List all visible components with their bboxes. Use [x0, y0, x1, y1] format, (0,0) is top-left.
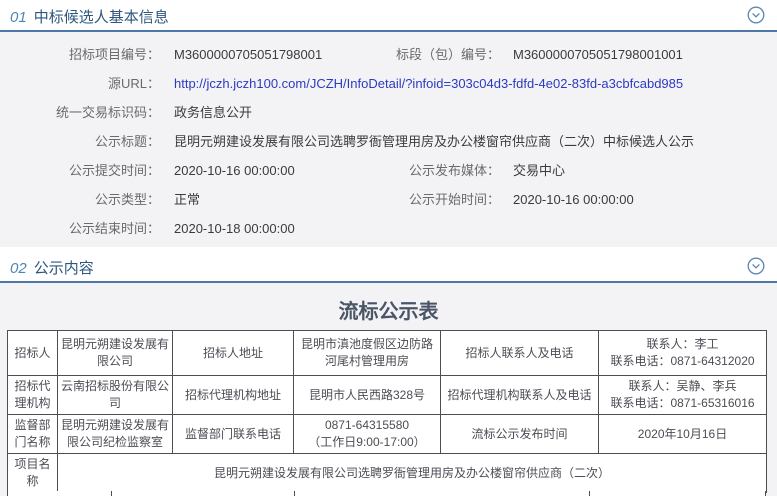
cell-bidder-contact-label: 招标人联系人及电话 [441, 331, 599, 376]
end-time-value: 2020-10-18 00:00:00 [174, 221, 295, 236]
submit-time-label: 公示提交时间： [0, 156, 160, 185]
notice-title-label: 公示标题： [0, 127, 160, 156]
package-no-value: M3600000705051798001001 [513, 47, 683, 62]
end-time-label: 公示结束时间： [0, 214, 160, 243]
section1-number: 01 [10, 9, 27, 26]
field-row: 招标项目编号： M3600000705051798001 标段（包）编号： M360… [0, 40, 777, 69]
project-no-label: 招标项目编号： [0, 40, 160, 69]
cell-bidder-address-label: 招标人地址 [173, 331, 294, 376]
cell-publish-time-label: 流标公示发布时间 [441, 415, 599, 454]
media-label: 公示发布媒体： [390, 156, 500, 185]
section2-title: 公示内容 [34, 260, 94, 277]
page: 01 中标候选人基本信息 招标项目编号： M3600000705051798001 … [0, 0, 777, 496]
contact-phone: 联系电话：0871-64312020 [602, 353, 763, 370]
notice-title-value: 昆明元朔建设发展有限公司选聘罗衙管理用房及办公楼窗帘供应商（二次）中标候选人公示 [174, 134, 694, 149]
start-time-label: 公示开始时间： [390, 185, 500, 214]
cell-supervisor-name: 昆明元朔建设发展有限公司纪检监察室 [58, 415, 173, 454]
partial-column-line [589, 491, 590, 496]
start-time-value: 2020-10-16 00:00:00 [513, 192, 634, 207]
cell-agency-name: 云南招标股份有限公司 [58, 376, 173, 415]
section2-number: 02 [10, 260, 27, 277]
table-title: 流标公示表 [0, 295, 777, 324]
contact-person: 联系人：李工 [602, 336, 763, 353]
cell-bidder-label: 招标人 [8, 331, 58, 376]
cell-project-name: 昆明元朔建设发展有限公司选聘罗衙管理用房及办公楼窗帘供应商（二次） [58, 454, 767, 493]
notice-type-value: 正常 [174, 192, 200, 207]
project-no-value: M3600000705051798001 [174, 47, 322, 62]
section2-collapse-chevron-icon[interactable] [747, 257, 765, 275]
field-row: 统一交易标识码： 政务信息公开 [0, 98, 777, 127]
trade-code-label: 统一交易标识码： [0, 98, 160, 127]
media-value: 交易中心 [513, 163, 565, 178]
table-next-row-partial [7, 491, 766, 496]
field-row: 公示提交时间： 2020-10-16 00:00:00 公示发布媒体： 交易中心 [0, 156, 777, 185]
cell-agency-address-label: 招标代理机构地址 [173, 376, 294, 415]
table-row: 招标人 昆明元朔建设发展有限公司 招标人地址 昆明市滇池度假区边防路河尾村管理用… [8, 331, 767, 376]
partial-column-line [294, 491, 295, 496]
trade-code-value: 政务信息公开 [174, 105, 252, 120]
section2-panel: 流标公示表 招标人 昆明元朔建设发展有限公司 招标人地址 昆明市滇池度假区边防路… [0, 283, 777, 496]
table-row: 招标代理机构 云南招标股份有限公司 招标代理机构地址 昆明市人民西路328号 招… [8, 376, 767, 415]
table-row: 监督部门名称 昆明元朔建设发展有限公司纪检监察室 监督部门联系电话 0871-6… [8, 415, 767, 454]
phone-number: 0871-64315580 [297, 417, 437, 434]
field-row: 公示类型： 正常 公示开始时间： 2020-10-16 00:00:00 [0, 185, 777, 214]
cell-supervisor-phone: 0871-64315580 （工作日9:00-17:00） [294, 415, 441, 454]
cell-project-name-label: 项目名称 [8, 454, 58, 493]
field-row: 公示结束时间： 2020-10-18 00:00:00 [0, 214, 777, 243]
cell-bidder-address: 昆明市滇池度假区边防路河尾村管理用房 [294, 331, 441, 376]
source-url-label: 源URL： [0, 69, 160, 98]
partial-column-line [111, 491, 112, 496]
contact-phone: 联系电话：0871-65316016 [602, 395, 763, 412]
table-row: 项目名称 昆明元朔建设发展有限公司选聘罗衙管理用房及办公楼窗帘供应商（二次） [8, 454, 767, 493]
section1-collapse-chevron-icon[interactable] [747, 6, 765, 24]
cell-supervisor-phone-label: 监督部门联系电话 [173, 415, 294, 454]
section2-header: 02 公示内容 [0, 251, 777, 281]
section1-header: 01 中标候选人基本信息 [0, 0, 777, 30]
submit-time-value: 2020-10-16 00:00:00 [174, 163, 295, 178]
cell-bidder-name: 昆明元朔建设发展有限公司 [58, 331, 173, 376]
cell-agency-contact-label: 招标代理机构联系人及电话 [441, 376, 599, 415]
cell-publish-time: 2020年10月16日 [599, 415, 767, 454]
contact-person: 联系人：吴静、李兵 [602, 378, 763, 395]
cell-bidder-contact: 联系人：李工 联系电话：0871-64312020 [599, 331, 767, 376]
source-url-link[interactable]: http://jczh.jczh100.com/JCZH/InfoDetail/… [174, 76, 683, 91]
cell-agency-contact: 联系人：吴静、李兵 联系电话：0871-65316016 [599, 376, 767, 415]
cell-supervisor-label: 监督部门名称 [8, 415, 58, 454]
field-row: 源URL： http://jczh.jczh100.com/JCZH/InfoDe… [0, 69, 777, 98]
cell-agency-address: 昆明市人民西路328号 [294, 376, 441, 415]
section2-heading: 02 公示内容 [10, 257, 94, 278]
section1-title: 中标候选人基本信息 [34, 9, 169, 26]
package-no-label: 标段（包）编号： [390, 40, 500, 69]
failed-bid-publicity-table: 招标人 昆明元朔建设发展有限公司 招标人地址 昆明市滇池度假区边防路河尾村管理用… [7, 330, 767, 493]
section1-heading: 01 中标候选人基本信息 [10, 6, 169, 27]
notice-type-label: 公示类型： [0, 185, 160, 214]
section1-panel: 招标项目编号： M3600000705051798001 标段（包）编号： M360… [0, 32, 777, 247]
cell-agency-label: 招标代理机构 [8, 376, 58, 415]
phone-hours: （工作日9:00-17:00） [297, 434, 437, 451]
field-row: 公示标题： 昆明元朔建设发展有限公司选聘罗衙管理用房及办公楼窗帘供应商（二次）中标… [0, 127, 777, 156]
